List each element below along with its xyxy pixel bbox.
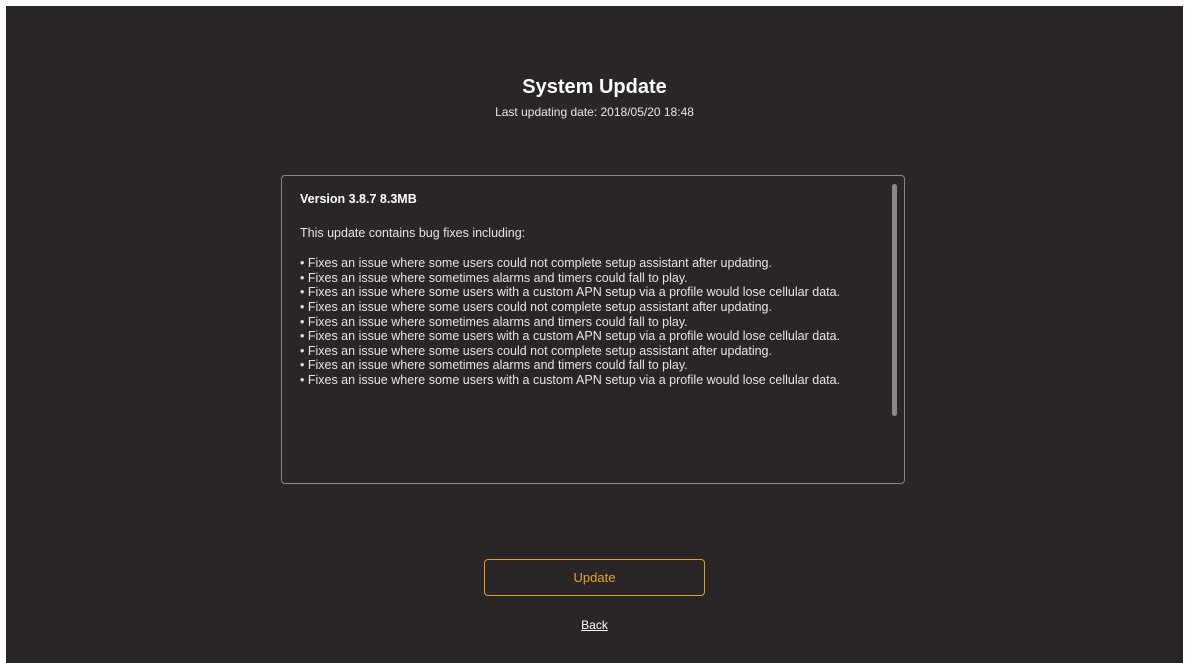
release-note-item: • Fixes an issue where sometimes alarms … xyxy=(300,270,688,285)
release-note-item: • Fixes an issue where some users could … xyxy=(300,299,772,314)
update-button[interactable]: Update xyxy=(484,559,705,596)
page-title: System Update xyxy=(522,76,667,98)
release-note-item: • Fixes an issue where sometimes alarms … xyxy=(300,358,688,373)
release-notes-box[interactable]: Version 3.8.7 8.3MB This update contains… xyxy=(281,175,905,484)
system-update-screen: System Update Last updating date: 2018/0… xyxy=(6,6,1183,663)
version-info: Version 3.8.7 8.3MB xyxy=(300,192,417,206)
release-notes-scrollbar[interactable] xyxy=(892,184,897,416)
release-note-item: • Fixes an issue where some users with a… xyxy=(300,329,841,344)
release-note-item: • Fixes an issue where some users with a… xyxy=(300,285,841,300)
release-note-item: • Fixes an issue where sometimes alarms … xyxy=(300,314,688,329)
release-notes-intro: This update contains bug fixes including… xyxy=(300,225,526,240)
back-link[interactable]: Back xyxy=(6,617,1183,633)
release-note-item: • Fixes an issue where some users with a… xyxy=(300,372,841,387)
release-note-item: • Fixes an issue where some users could … xyxy=(300,256,772,271)
release-note-item: • Fixes an issue where some users could … xyxy=(300,343,772,358)
release-notes-content: Version 3.8.7 8.3MB This update contains… xyxy=(300,192,870,388)
last-update-date: Last updating date: 2018/05/20 18:48 xyxy=(495,105,694,119)
